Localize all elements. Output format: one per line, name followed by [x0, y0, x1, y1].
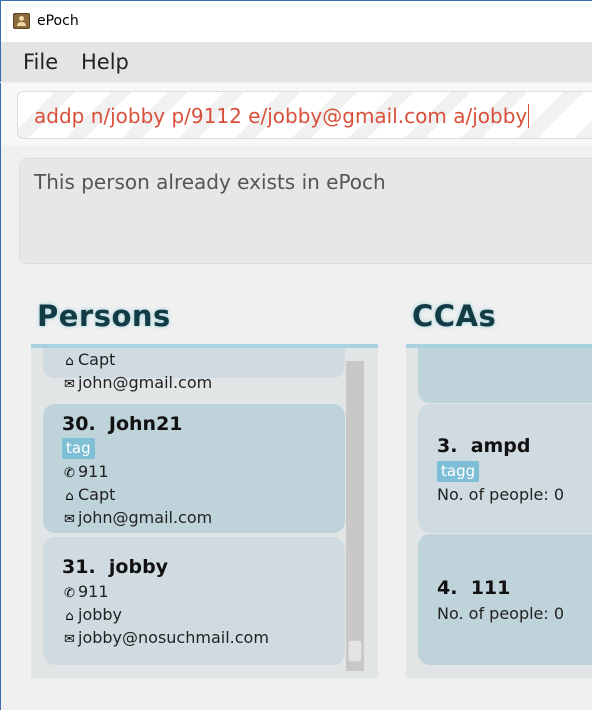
person-email: ✉ john@gmail.com	[62, 373, 212, 395]
person-address-text: Capt	[78, 350, 116, 369]
person-address-text: Capt	[78, 485, 116, 504]
person-index: 30.	[62, 413, 96, 435]
title-bar: ePoch	[0, 0, 592, 42]
persons-panel-title: Persons	[37, 299, 171, 333]
persons-scrollbar[interactable]	[346, 361, 364, 671]
command-input[interactable]: addp n/jobby p/9112 e/jobby@gmail.com a/…	[17, 91, 592, 139]
home-icon: ⌂	[65, 609, 74, 624]
phone-icon: ✆	[64, 586, 75, 601]
person-tag: tag	[62, 438, 95, 459]
email-icon: ✉	[64, 512, 75, 527]
menu-file[interactable]: File	[23, 50, 58, 74]
command-area: addp n/jobby p/9112 e/jobby@gmail.com a/…	[0, 83, 592, 145]
user-card-icon	[13, 13, 30, 29]
menu-bar: File Help	[0, 42, 592, 82]
person-email-text: john@gmail.com	[78, 373, 213, 392]
cca-name: 4. 111	[437, 577, 510, 599]
cca-name: 3. ampd	[437, 435, 531, 457]
person-email: ✉ john@gmail.com	[62, 508, 212, 530]
person-address-text: jobby	[78, 605, 123, 624]
person-phone: ✆ 911	[62, 462, 109, 484]
person-phone-text: 911	[78, 582, 109, 601]
cca-people-count: No. of people: 0	[437, 604, 565, 623]
person-phone: ✆ 911	[62, 582, 109, 604]
cca-index: 3.	[437, 435, 458, 457]
person-email-text: jobby@nosuchmail.com	[78, 628, 269, 647]
person-address: ⌂ Capt	[62, 485, 115, 507]
person-email-text: john@gmail.com	[78, 508, 213, 527]
person-name: 30. John21	[62, 413, 183, 435]
phone-icon: ✆	[64, 466, 75, 481]
person-address: ⌂ jobby	[62, 605, 122, 627]
cca-card[interactable]: 3. ampd tagg No. of people: 0	[418, 404, 592, 533]
cca-card-partial[interactable]	[418, 348, 592, 403]
ccas-panel-title: CCAs	[412, 299, 497, 333]
result-message: This person already exists in ePoch	[34, 170, 386, 194]
result-display[interactable]: This person already exists in ePoch	[19, 158, 592, 264]
cca-name-text: ampd	[470, 435, 531, 457]
menu-help[interactable]: Help	[81, 50, 129, 74]
person-email: ✉ jobby@nosuchmail.com	[62, 628, 269, 650]
person-name-text: jobby	[108, 556, 169, 578]
email-icon: ✉	[64, 377, 75, 392]
person-address: ⌂ Capt	[62, 350, 115, 372]
home-icon: ⌂	[65, 354, 74, 369]
persons-list[interactable]: ⌂ Capt ✉ john@gmail.com 30. John21 tag ✆ 91…	[31, 348, 378, 678]
command-input-text[interactable]: addp n/jobby p/9112 e/jobby@gmail.com a/…	[34, 104, 530, 128]
persons-scroll-thumb[interactable]	[348, 640, 362, 662]
ccas-list[interactable]: 3. ampd tagg No. of people: 0 4. 111 No.…	[406, 348, 592, 678]
window-title: ePoch	[37, 13, 79, 29]
person-card[interactable]: 30. John21 tag ✆ 911 ⌂ Capt ✉ john@gmail.co…	[43, 404, 345, 533]
list-panels: Persons ⌂ Capt ✉ john@gmail.com 30. John21…	[0, 275, 592, 710]
cca-tag: tagg	[437, 461, 480, 482]
home-icon: ⌂	[65, 489, 74, 504]
person-name: 31. jobby	[62, 556, 168, 578]
cca-name-text: 111	[470, 577, 511, 599]
person-index: 31.	[62, 556, 96, 578]
cca-people-count: No. of people: 0	[437, 485, 565, 504]
cca-card[interactable]: 4. 111 No. of people: 0	[418, 534, 592, 665]
person-card-partial[interactable]: ⌂ Capt ✉ john@gmail.com	[43, 348, 345, 392]
person-card[interactable]: 31. jobby ✆ 911 ⌂ jobby ✉ jobby@nosuchmail.…	[43, 537, 345, 665]
result-area: This person already exists in ePoch	[0, 145, 592, 275]
person-name-text: John21	[108, 413, 183, 435]
cca-index: 4.	[437, 577, 458, 599]
person-phone-text: 911	[78, 462, 109, 481]
email-icon: ✉	[64, 632, 75, 647]
